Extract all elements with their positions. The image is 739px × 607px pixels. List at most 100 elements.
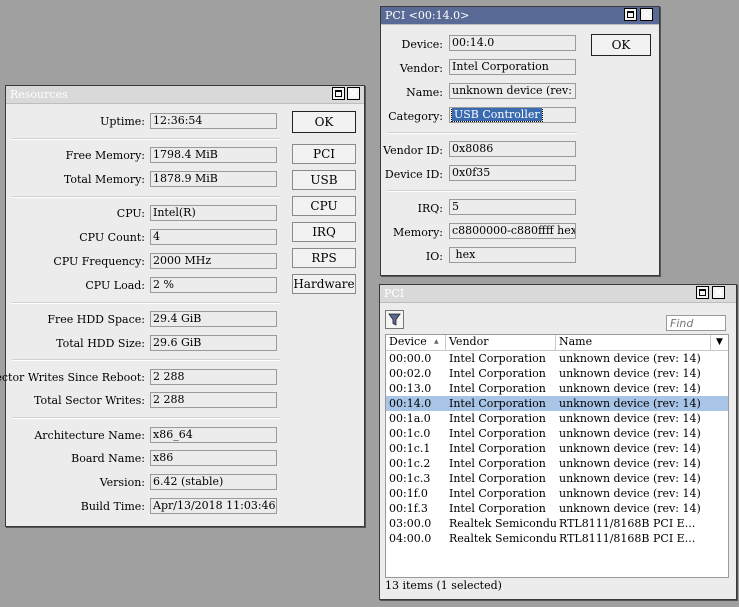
cell-name: unknown device (rev: 14) [559, 502, 701, 515]
uptime-field: 12:36:54 [150, 113, 277, 129]
device-id-field: 0x0f35 [449, 165, 576, 181]
cell-vendor: Intel Corporation [449, 412, 546, 425]
cell-device: 00:1f.3 [389, 502, 428, 515]
table-row[interactable]: 00:1c.0 Intel Corporation unknown device (… [386, 426, 728, 441]
table-row[interactable]: 00:1c.1 Intel Corporation unknown device (… [386, 441, 728, 456]
pci-detail-window: PCI <00:14.0> × Device: 00:14.0 Vendor: … [380, 6, 660, 276]
cell-vendor: Realtek Semiconduc... [449, 532, 556, 545]
table-row-selected[interactable]: 00:14.0 Intel Corporation unknown device (… [386, 396, 728, 411]
table-row[interactable]: 00:1c.2 Intel Corporation unknown device (… [386, 456, 728, 471]
table-row[interactable]: 00:1a.0 Intel Corporation unknown device (… [386, 411, 728, 426]
table-row[interactable]: 00:00.0 Intel Corporation unknown device (… [386, 351, 728, 366]
cell-device: 00:1f.0 [389, 487, 428, 500]
pci-list-titlebar[interactable]: PCI × [380, 285, 736, 303]
irq-button[interactable]: IRQ [292, 222, 356, 242]
cell-device: 00:02.0 [389, 367, 432, 380]
table-row[interactable]: 03:00.0 Realtek Semiconduc...RTL8111/8168… [386, 516, 728, 531]
table-row[interactable]: 00:1f.0 Intel Corporation unknown device (… [386, 486, 728, 501]
cell-name: unknown device (rev: 14) [559, 427, 701, 440]
total-hdd-label: Total HDD Size: [56, 337, 145, 350]
maximize-icon[interactable] [696, 286, 709, 299]
resources-titlebar[interactable]: Resources × [6, 86, 364, 104]
cell-vendor: Intel Corporation [449, 427, 546, 440]
table-row[interactable]: 00:02.0 Intel Corporation unknown device (… [386, 366, 728, 381]
category-label: Category: [388, 110, 443, 123]
cell-vendor: Intel Corporation [449, 382, 546, 395]
cell-device: 04:00.0 [389, 532, 432, 545]
irq-label: IRQ: [417, 202, 443, 215]
close-icon[interactable]: × [640, 8, 653, 21]
close-icon[interactable]: × [712, 286, 725, 299]
close-icon[interactable]: × [347, 87, 360, 100]
vendor-field: Intel Corporation [449, 59, 576, 75]
cell-vendor: Intel Corporation [449, 367, 546, 380]
table-row[interactable]: 00:1f.3 Intel Corporation unknown device (… [386, 501, 728, 516]
usb-button[interactable]: USB [292, 170, 356, 190]
sector-writes-reboot-label: Sector Writes Since Reboot: [0, 371, 145, 384]
cell-vendor: Intel Corporation [449, 487, 546, 500]
free-hdd-field: 29.4 GiB [150, 311, 277, 327]
cell-name: unknown device (rev: 14) [559, 457, 701, 470]
free-hdd-label: Free HDD Space: [47, 313, 145, 326]
pci-detail-titlebar[interactable]: PCI <00:14.0> × [381, 7, 659, 25]
io-label: IO: [425, 250, 443, 263]
device-field: 00:14.0 [449, 35, 576, 51]
total-sector-writes-label: Total Sector Writes: [34, 394, 145, 407]
cell-vendor: Intel Corporation [449, 472, 546, 485]
total-hdd-field: 29.6 GiB [150, 335, 277, 351]
cell-device: 00:1a.0 [389, 412, 431, 425]
table-row[interactable]: 04:00.0 Realtek Semiconduc...RTL8111/8168… [386, 531, 728, 546]
table-row[interactable]: 00:13.0 Intel Corporation unknown device (… [386, 381, 728, 396]
architecture-name-field: x86_64 [150, 427, 277, 443]
device-id-label: Device ID: [384, 168, 443, 181]
column-dropdown-icon[interactable]: ▼ [712, 335, 727, 350]
table-body: 00:00.0 Intel Corporation unknown device (… [386, 351, 728, 577]
free-memory-label: Free Memory: [65, 149, 145, 162]
memory-label: Memory: [392, 226, 443, 239]
pci-button[interactable]: PCI [292, 144, 356, 164]
find-input[interactable] [666, 315, 726, 331]
cell-vendor: Intel Corporation [449, 442, 546, 455]
cpu-field: Intel(R) [150, 205, 277, 221]
column-header-vendor[interactable]: Vendor [446, 335, 556, 350]
maximize-icon[interactable] [624, 8, 637, 21]
cell-name: unknown device (rev: 14) [559, 412, 701, 425]
cell-device: 00:13.0 [389, 382, 432, 395]
sector-writes-reboot-field: 2 288 [150, 369, 277, 385]
irq-field: 5 [449, 199, 576, 215]
cell-device: 00:14.0 [389, 397, 432, 410]
architecture-name-label: Architecture Name: [34, 429, 145, 442]
rps-button[interactable]: RPS [292, 248, 356, 268]
resources-title: Resources [10, 88, 68, 101]
cell-name: unknown device (rev: 14) [559, 397, 701, 410]
build-time-field: Apr/13/2018 11:03:46 [150, 498, 277, 514]
build-time-label: Build Time: [80, 500, 145, 513]
cpu-count-field: 4 [150, 229, 277, 245]
column-header-name[interactable]: Name [556, 335, 711, 350]
uptime-label: Uptime: [100, 115, 145, 128]
memory-field: c8800000-c880ffff hex [449, 223, 576, 239]
pci-list-title: PCI [384, 287, 405, 300]
free-memory-field: 1798.4 MiB [150, 147, 277, 163]
cpu-load-field: 2 % [150, 277, 277, 293]
table-row[interactable]: 00:1c.3 Intel Corporation unknown device (… [386, 471, 728, 486]
cell-vendor: Intel Corporation [449, 457, 546, 470]
board-name-label: Board Name: [71, 452, 145, 465]
maximize-icon[interactable] [332, 87, 345, 100]
hardware-button[interactable]: Hardware [292, 274, 356, 294]
status-text: 13 items (1 selected) [385, 579, 502, 592]
cpu-button[interactable]: CPU [292, 196, 356, 216]
ok-button[interactable]: OK [292, 111, 356, 133]
category-field[interactable]: USB Controller [449, 107, 576, 123]
total-memory-field: 1878.9 MiB [150, 171, 277, 187]
cell-device: 00:1c.0 [389, 427, 431, 440]
cell-device: 03:00.0 [389, 517, 432, 530]
name-label: Name: [406, 86, 443, 99]
cpu-count-label: CPU Count: [79, 231, 145, 244]
filter-button[interactable] [385, 310, 404, 329]
cpu-load-label: CPU Load: [85, 279, 145, 292]
ok-button[interactable]: OK [591, 34, 651, 56]
name-field: unknown device (rev: 14) [449, 83, 576, 99]
pci-list-window: PCI × Device Vendor Name ▼ ▲ 00:00.0 Inte… [379, 284, 737, 600]
io-field: hex [449, 247, 576, 263]
